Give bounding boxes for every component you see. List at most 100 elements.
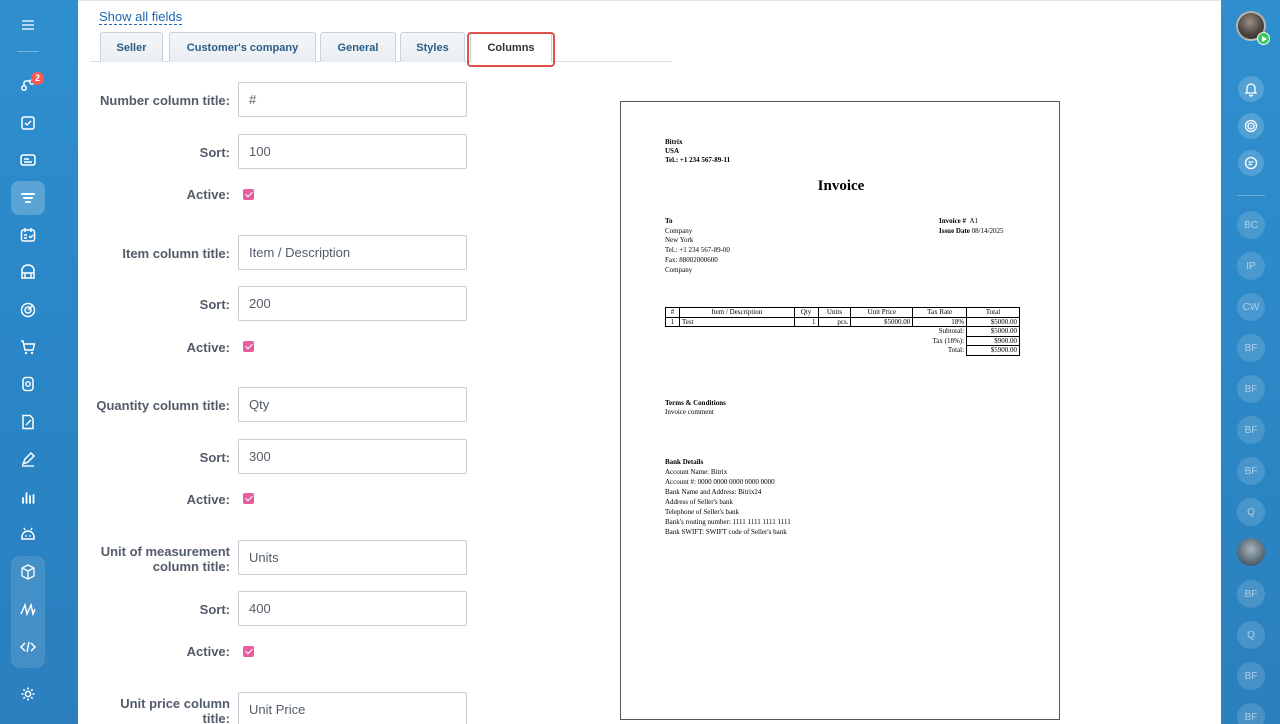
copilot-spiral-icon[interactable] [1238,113,1264,139]
col-header: Units [817,307,852,318]
settings-tabs: Seller Customer's company General Styles… [90,30,672,62]
subtotal-value: $5000.00 [966,326,1020,337]
invoice-preview: Bitrix USA Tel.: +1 234 567-89-11 Invoic… [620,101,1060,720]
invoice-title: Invoice [817,178,865,194]
item-column-title-input[interactable] [238,235,467,270]
sites-icon[interactable] [11,592,45,626]
contact-center-icon[interactable] [11,367,45,401]
copilot-bot-icon[interactable] [11,517,45,551]
item-column-title-label: Item column title: [122,246,230,261]
documents-sign-icon[interactable] [11,405,45,439]
drive-icon[interactable] [11,255,45,289]
terms-text: Invoice comment [665,408,714,416]
number-active-label: Active: [186,187,230,202]
quantity-column-title-input[interactable] [238,387,467,422]
invoice-items-table: # Item / Description Qty Units Unit Pric… [665,307,1020,356]
developer-code-icon[interactable] [11,630,45,664]
notifications-bell-icon[interactable] [1238,76,1264,102]
number-column-title-label: Number column title: [99,93,230,108]
units-column-title-input[interactable] [238,540,467,575]
left-sidebar: 2 [0,0,78,724]
table-row: 1 Test 1 pcs. $5000.00 18% $5000.00 [665,316,1020,327]
issue-date: Issue Date 08/14/2025 [939,227,1004,237]
seller-phone: Tel.: +1 234 567-89-11 [665,156,731,164]
menu-icon[interactable] [11,8,45,42]
crm-filter-icon[interactable] [11,181,45,215]
status-play-icon [1257,32,1270,45]
number-sort-label: Sort: [199,145,230,160]
to-label: To [665,217,673,225]
units-active-checkbox[interactable] [243,646,254,657]
table-cell: 18% [912,316,968,327]
contact-avatar[interactable]: BC [1237,211,1265,239]
units-sort-label: Sort: [199,602,230,617]
contact-avatar[interactable]: Q [1237,498,1265,526]
to-line: Tel.: +1 234 567-89-00 [665,246,730,254]
item-active-checkbox[interactable] [243,341,254,352]
tab-general[interactable]: General [320,32,396,62]
number-column-title-input[interactable] [238,82,467,117]
table-cell: 1 [793,316,819,327]
table-cell: pcs. [817,316,852,327]
to-line: New York [665,236,694,244]
tab-seller[interactable]: Seller [100,32,163,62]
goals-icon[interactable] [11,293,45,327]
invoice-number-label: Invoice # [939,217,967,225]
tasks-icon[interactable] [11,106,45,140]
bank-details-title: Bank Details [665,458,704,466]
contact-avatar[interactable]: BF [1237,580,1265,608]
invoice-number: Invoice # A1 [939,217,978,227]
quantity-active-label: Active: [186,492,230,507]
quantity-column-title-label: Quantity column title: [96,398,230,413]
total-value: $5900.00 [966,345,1020,356]
quantity-active-checkbox[interactable] [243,493,254,504]
chat-icon[interactable] [11,143,45,177]
units-sort-input[interactable] [238,591,467,626]
bank-line: Bank SWIFT: SWIFT code of Seller's bank [665,528,787,536]
bank-line: Bank Name and Address: Bitrix24 [665,488,762,496]
right-sidebar: BC IP CW BF BF BF BF Q BF Q BF BF [1221,0,1280,724]
unit-price-column-title-label: Unit price column title: [90,696,230,724]
contact-avatar[interactable]: BF [1237,457,1265,485]
unit-price-column-title-label-line2: title: [202,711,230,724]
main-content: Show all fields Seller Customer's compan… [78,0,1221,724]
show-all-fields-link[interactable]: Show all fields [99,9,183,25]
tab-styles[interactable]: Styles [400,32,465,62]
sign-pen-icon[interactable] [11,442,45,476]
contact-avatar[interactable]: CW [1237,293,1265,321]
tab-customers-company[interactable]: Customer's company [169,32,316,62]
top-border [78,0,1221,1]
units-active-label: Active: [186,644,230,659]
bank-line: Account #: 0000 0000 0000 0000 0000 [665,478,775,486]
number-active-checkbox[interactable] [243,189,254,200]
col-header: Item / Description [678,307,795,318]
col-header: Qty [793,307,819,318]
table-cell: Test [678,316,795,327]
active-tab-highlight [467,32,555,67]
item-sort-input[interactable] [238,286,467,321]
contact-avatar[interactable]: BF [1237,662,1265,690]
messenger-icon[interactable] [1238,150,1264,176]
issue-date-label: Issue Date [939,227,970,235]
contact-avatar[interactable]: IP [1237,252,1265,280]
tax-label: Tax (18%): [932,336,965,345]
total-row: Total: $5900.00 [666,345,1020,356]
market-box-icon[interactable] [11,555,45,589]
item-active-label: Active: [186,340,230,355]
number-sort-input[interactable] [238,134,467,169]
shop-cart-icon[interactable] [11,330,45,364]
tax-value: $900.00 [966,335,1020,346]
analytics-icon[interactable] [11,480,45,514]
contact-avatar[interactable]: BF [1237,703,1265,724]
contact-photo-avatar[interactable] [1237,538,1265,566]
contact-avatar[interactable]: Q [1237,621,1265,649]
calendar-icon[interactable] [11,218,45,252]
quantity-sort-input[interactable] [238,439,467,474]
contact-avatar[interactable]: BF [1237,375,1265,403]
contact-avatar[interactable]: BF [1237,416,1265,444]
to-line: Fax: 88002000600 [665,256,718,264]
contact-avatar[interactable]: BF [1237,334,1265,362]
unit-price-column-title-input[interactable] [238,692,467,724]
settings-gear-icon[interactable] [11,677,45,711]
unit-price-column-title-label-line1: Unit price column [120,696,230,711]
